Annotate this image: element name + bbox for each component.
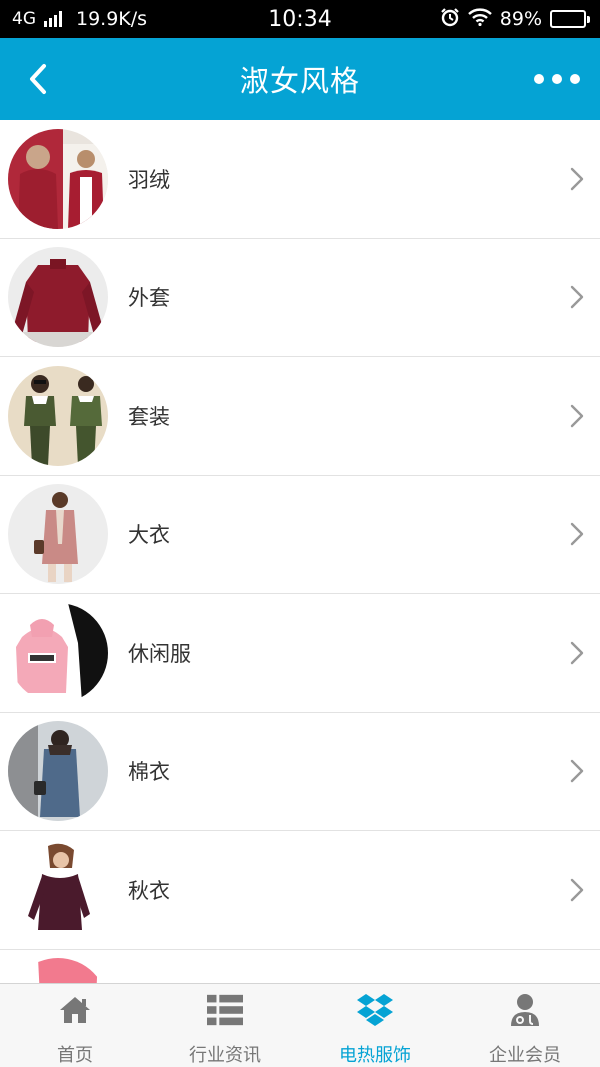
- tab-label: 首页: [57, 1045, 93, 1066]
- list-item-suit[interactable]: 套装: [0, 357, 600, 476]
- chevron-right-icon: [570, 286, 584, 309]
- more-dots-icon: [534, 74, 544, 84]
- tab-home[interactable]: 首页: [0, 984, 150, 1067]
- chevron-right-icon: [570, 878, 584, 901]
- casual-wear-thumbnail: [8, 602, 108, 703]
- list-item-casual[interactable]: 休闲服: [0, 594, 600, 713]
- coat-thumbnail: [8, 247, 108, 348]
- item-label: 套装: [128, 404, 170, 429]
- battery-icon: [550, 10, 590, 28]
- overcoat-thumbnail: [8, 484, 108, 585]
- list-item-autumn-wear[interactable]: 秋衣: [0, 831, 600, 950]
- suit-thumbnail: [8, 365, 108, 466]
- list-item-partial[interactable]: [0, 949, 600, 983]
- battery-percent: 89%: [499, 8, 542, 30]
- list-item-down[interactable]: 羽绒: [0, 120, 600, 239]
- tab-electric-apparel[interactable]: 电热服饰: [300, 984, 450, 1067]
- status-left: 4G 19.9K/s: [12, 8, 147, 30]
- chevron-right-icon: [570, 760, 584, 783]
- network-type: 4G: [12, 9, 36, 29]
- chevron-right-icon: [570, 167, 584, 190]
- chevron-right-icon: [570, 523, 584, 546]
- app-header: 淑女风格: [0, 38, 600, 120]
- wifi-icon: [467, 7, 492, 31]
- item-label: 休闲服: [128, 641, 191, 666]
- tab-label: 企业会员: [489, 1045, 561, 1066]
- list-item-overcoat[interactable]: 大衣: [0, 475, 600, 594]
- down-jacket-thumbnail: [8, 128, 108, 229]
- tab-label: 行业资讯: [189, 1045, 261, 1066]
- user-doctor-icon: [507, 992, 543, 1027]
- cotton-coat-thumbnail: [8, 721, 108, 822]
- more-button[interactable]: [534, 64, 580, 94]
- signal-icon: [44, 11, 62, 27]
- item-label: 秋衣: [128, 878, 170, 903]
- item-label: 外套: [128, 286, 170, 311]
- category-list: 羽绒 外套 套装 大衣 休闲服 棉衣 秋衣: [0, 120, 600, 983]
- item-label: 大衣: [128, 523, 170, 548]
- status-bar: 4G 19.9K/s 10:34 89%: [0, 0, 600, 38]
- tab-bar: 首页 行业资讯 电热服饰 企业会员: [0, 983, 600, 1067]
- partial-thumbnail: [8, 958, 108, 983]
- autumn-wear-thumbnail: [8, 839, 108, 940]
- page-title: 淑女风格: [239, 64, 360, 98]
- list-item-coat[interactable]: 外套: [0, 238, 600, 357]
- network-speed: 19.9K/s: [76, 8, 148, 30]
- dropbox-icon: [357, 992, 393, 1027]
- alarm-icon: [440, 7, 460, 32]
- item-label: 棉衣: [128, 760, 170, 785]
- chevron-right-icon: [570, 641, 584, 664]
- chevron-right-icon: [570, 404, 584, 427]
- home-icon: [57, 992, 93, 1027]
- tab-enterprise-member[interactable]: 企业会员: [450, 984, 600, 1067]
- back-button[interactable]: [18, 58, 58, 100]
- tab-label: 电热服饰: [339, 1045, 411, 1066]
- list-item-cotton-coat[interactable]: 棉衣: [0, 712, 600, 831]
- item-label: 羽绒: [128, 167, 170, 192]
- tab-industry-news[interactable]: 行业资讯: [150, 984, 300, 1067]
- list-icon: [207, 992, 243, 1027]
- status-right: 89%: [440, 7, 590, 32]
- chevron-left-icon: [30, 64, 46, 94]
